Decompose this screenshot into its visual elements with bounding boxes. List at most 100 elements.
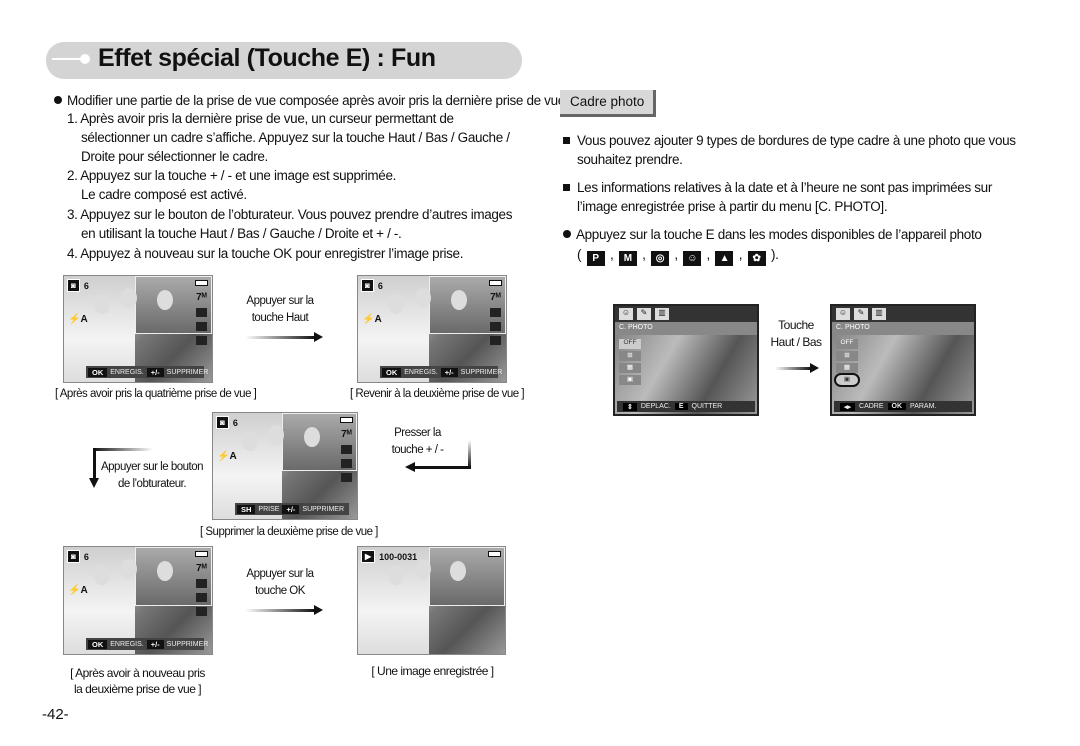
button-guide: OK ENREGIS. +/- SUPPRIMER — [380, 366, 502, 378]
flash-icon: ⚡A — [68, 585, 88, 596]
setting-icons: 7ᴹ — [196, 563, 207, 616]
setting-icons: 7ᴹ — [341, 429, 352, 482]
guide-button-1: OK — [88, 367, 108, 377]
camera-screen: ◙ 6 ⚡A 7ᴹ SH PRISE +/- SUPPRIMER — [212, 412, 358, 520]
guide-label-1: PRISE — [258, 505, 280, 513]
camera-screen: ◙ 6 ⚡A 7ᴹ OK ENREGIS. +/- SUPPRIMER — [357, 275, 507, 383]
effect-tab-icon[interactable]: ✎ — [854, 308, 868, 320]
frame-option[interactable]: ▦ — [836, 363, 858, 373]
step-1b: sélectionner un cadre s’affiche. Appuyez… — [81, 130, 510, 145]
frame-option[interactable]: ⊞ — [836, 351, 858, 361]
right-bullet-1a-text: Vous pouvez ajouter 9 types de bordures … — [577, 133, 1016, 148]
frame-menu-screen: ☺ ✎ ▥ C. PHOTO OFF ⊞ ▦ ▣ ⇕ DEPLAC. E QUITTER — [613, 304, 759, 416]
menu-guide: ⇕ DEPLAC. E QUITTER — [617, 401, 755, 412]
guide-button-1: OK — [382, 367, 402, 377]
arrow-ok-label-2: touche OK — [255, 585, 305, 597]
guide-label-1: CADRE — [859, 403, 884, 410]
size-icon: 7ᴹ — [196, 563, 207, 574]
guide-button-1: SH — [237, 504, 256, 514]
battery-icon — [489, 280, 502, 286]
menu-title: C. PHOTO — [615, 322, 757, 335]
camera-screen: ◙ 6 ⚡A 7ᴹ OK ENREGIS. +/- SUPPRIMER — [63, 546, 213, 655]
fun-tab-icon[interactable]: ☺ — [836, 308, 850, 320]
face — [157, 290, 173, 310]
quality-icon — [196, 579, 207, 588]
frame-option[interactable]: ▣ — [834, 373, 860, 387]
guide-label-1: DEPLAC. — [640, 403, 671, 410]
arrow-obturateur-label-2: de l’obturateur. — [117, 478, 187, 490]
arrow-right-icon — [245, 605, 323, 615]
size-icon: 7ᴹ — [490, 292, 501, 303]
arrow-left-icon — [414, 466, 471, 469]
frame-menu-screen: ☺ ✎ ▥ C. PHOTO OFF ⊞ ▦ ▣ ◂▸ CADRE OK PARAM. — [830, 304, 976, 416]
face — [303, 427, 320, 447]
menu-guide: ◂▸ CADRE OK PARAM. — [834, 401, 972, 412]
quality-icon — [490, 308, 501, 317]
arrow-down-horizontal — [93, 448, 153, 451]
setting-icons: 7ᴹ — [490, 292, 501, 345]
square-bullet-icon — [563, 137, 570, 144]
macro-icon: ✿ — [747, 251, 766, 266]
caption-1: [ Après avoir pris la quatrième prise de… — [55, 388, 257, 400]
arrow-down-icon — [93, 448, 96, 480]
shot-count: 6 — [83, 551, 89, 562]
frame-option[interactable]: OFF — [619, 339, 641, 349]
flash-icon: ⚡A — [362, 314, 382, 325]
step-3b: en utilisant la touche Haut / Bas / Gauc… — [81, 226, 402, 241]
status-bar: ◙ 6 — [361, 279, 383, 292]
frame-icon — [490, 336, 501, 345]
status-bar: ◙ 6 — [216, 416, 238, 429]
right-bullet-1a: Vous pouvez ajouter 9 types de bordures … — [563, 131, 1016, 150]
arrow-plus-label-2: touche + / - — [391, 444, 444, 456]
guide-button-2: +/- — [282, 504, 300, 514]
caption-3: [ Supprimer la deuxième prise de vue ] — [200, 526, 378, 538]
face — [121, 288, 137, 308]
metering-icon — [196, 322, 207, 331]
status-bar: ◙ 6 — [67, 550, 89, 563]
arrow-left-head — [405, 462, 415, 472]
effect-tab-icon[interactable]: ✎ — [637, 308, 651, 320]
flash-icon: ⚡A — [217, 451, 237, 462]
metering-icon — [196, 593, 207, 602]
playback-icon: ▶ — [361, 550, 376, 563]
step-4: 4. Appuyez à nouveau sur la touche OK po… — [67, 246, 464, 261]
arrow-plus-label-1: Presser la — [394, 427, 441, 439]
arrow-right-icon — [245, 332, 323, 342]
guide-label-2: PARAM. — [910, 403, 937, 410]
shot-count: 6 — [377, 280, 383, 291]
mode-icons: ( P , M , ◎ , ☺ , ▲ , ✿ ). — [577, 247, 779, 266]
arrow-ok-label-1: Appuyer sur la — [246, 568, 314, 580]
intro-line: Modifier une partie de la prise de vue c… — [54, 91, 569, 110]
step-1a: 1. Après avoir pris la dernière prise de… — [67, 111, 454, 126]
fun-tab-icon[interactable]: ☺ — [619, 308, 633, 320]
frame-icon — [196, 607, 207, 616]
page-title: Effet spécial (Touche E) : Fun — [98, 44, 436, 72]
frame-icon — [341, 473, 352, 482]
guide-button-1: ◂▸ — [840, 402, 856, 411]
caption-2: [ Revenir à la deuxième prise de vue ] — [350, 388, 525, 400]
frame-option[interactable]: ▦ — [619, 363, 641, 373]
guide-label-2: SUPPRIMER — [166, 368, 209, 376]
guide-label-2: SUPPRIMER — [166, 640, 209, 648]
battery-icon — [195, 551, 208, 557]
caption-4a: [ Après avoir à nouveau pris — [70, 666, 205, 680]
setup-tab-icon[interactable]: ▥ — [872, 308, 886, 320]
frame-option[interactable]: OFF — [836, 339, 858, 349]
modes-line: Appuyez sur la touche E dans les modes d… — [563, 225, 982, 244]
program-icon: P — [586, 251, 605, 266]
battery-icon — [195, 280, 208, 286]
portrait-icon: ☺ — [683, 251, 702, 266]
frame-option[interactable]: ▣ — [619, 375, 641, 385]
guide-label-2: SUPPRIMER — [460, 368, 503, 376]
face — [387, 565, 404, 585]
setup-tab-icon[interactable]: ▥ — [655, 308, 669, 320]
status-bar: ▶ 100-0031 — [361, 550, 417, 563]
right-bullet-2a-text: Les informations relatives à la date et … — [577, 180, 992, 195]
frame-option[interactable]: ⊞ — [619, 351, 641, 361]
arrow-haut-label-1: Appuyer sur la — [246, 295, 314, 307]
title-dot-icon — [80, 54, 90, 64]
shot-count: 100-0031 — [379, 551, 418, 562]
arrow-haut-label-2: touche Haut — [251, 312, 309, 324]
guide-button-1: ⇕ — [623, 402, 637, 411]
frame-options: OFF ⊞ ▦ ▣ — [619, 339, 641, 385]
